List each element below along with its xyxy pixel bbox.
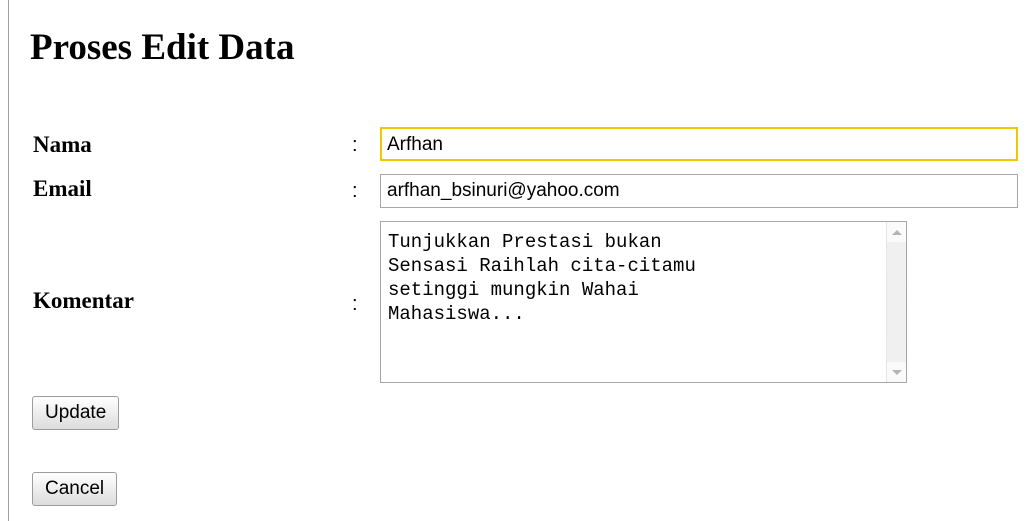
page-title: Proses Edit Data xyxy=(30,27,295,68)
komentar-text[interactable]: Tunjukkan Prestasi bukan Sensasi Raihlah… xyxy=(381,222,886,382)
komentar-textarea[interactable]: Tunjukkan Prestasi bukan Sensasi Raihlah… xyxy=(380,221,907,383)
scroll-down-button[interactable] xyxy=(887,362,906,382)
chevron-up-icon xyxy=(891,229,902,235)
nama-input[interactable]: Arfhan xyxy=(380,127,1018,161)
komentar-label: Komentar xyxy=(33,288,134,313)
chevron-down-icon xyxy=(891,369,902,375)
nama-colon: : xyxy=(352,134,358,156)
email-colon: : xyxy=(352,180,358,202)
update-button[interactable]: Update xyxy=(32,396,120,430)
cancel-button[interactable]: Cancel xyxy=(32,472,118,506)
textarea-scrollbar[interactable] xyxy=(886,222,906,382)
email-input[interactable]: arfhan_bsinuri@yahoo.com xyxy=(380,174,1018,208)
komentar-colon: : xyxy=(352,293,358,315)
scroll-up-button[interactable] xyxy=(887,222,906,242)
email-label: Email xyxy=(33,176,92,201)
page-left-border xyxy=(8,0,9,521)
nama-label: Nama xyxy=(33,132,92,157)
